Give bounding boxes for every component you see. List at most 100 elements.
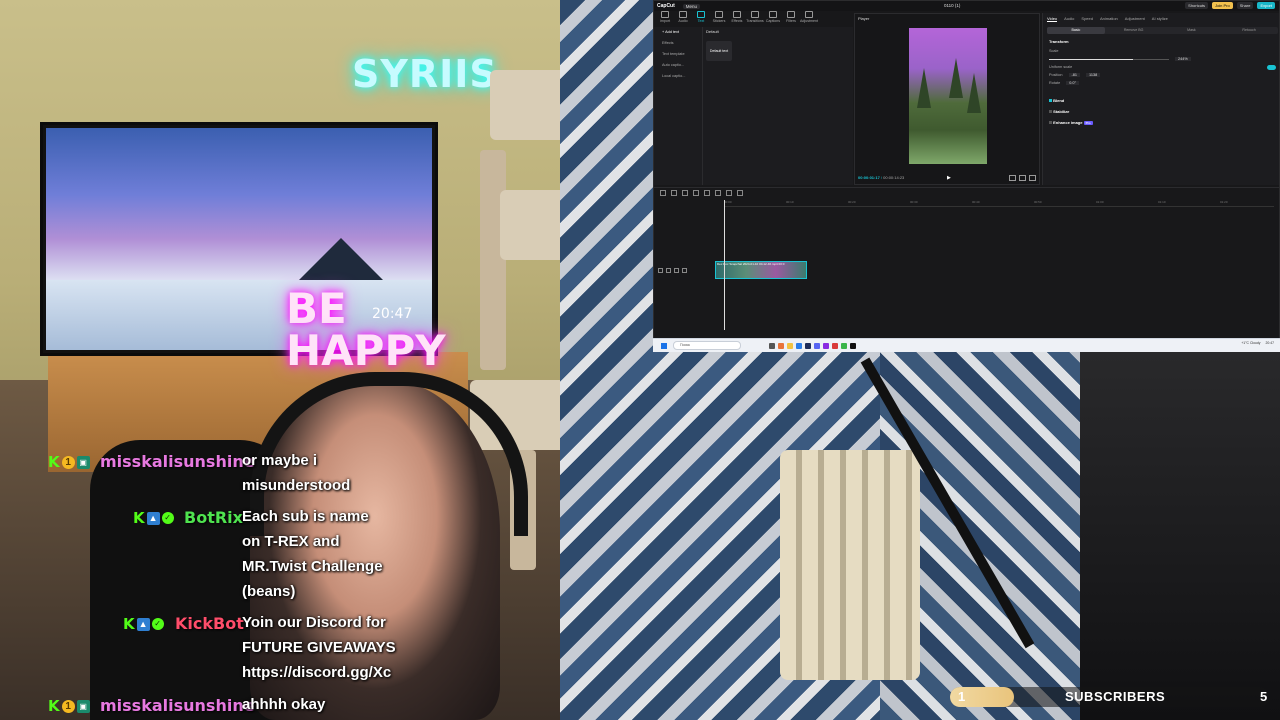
share-button[interactable]: Share bbox=[1236, 2, 1254, 9]
scale-slider[interactable] bbox=[1049, 58, 1169, 60]
preview-tree bbox=[967, 73, 981, 113]
tool-stickers[interactable]: Stickers bbox=[711, 11, 727, 27]
windows-taskbar: Поиск +1°C Cloudy 20:47 bbox=[653, 338, 1280, 352]
position-y-field[interactable]: 1138 bbox=[1086, 73, 1101, 77]
subtab-mask[interactable]: Mask bbox=[1163, 27, 1221, 34]
chat-badges: K ▲ ✓ bbox=[123, 615, 164, 633]
capcut-icon[interactable] bbox=[850, 342, 856, 349]
tab-speed[interactable]: Speed bbox=[1081, 16, 1093, 22]
menu-button[interactable]: Menu bbox=[682, 3, 701, 9]
discord-icon[interactable] bbox=[814, 342, 820, 349]
crop-icon[interactable] bbox=[737, 190, 743, 196]
delete-icon[interactable] bbox=[704, 190, 710, 196]
text-icon bbox=[697, 11, 705, 18]
playhead[interactable] bbox=[724, 200, 725, 330]
gift-badge-icon: ▣ bbox=[76, 455, 90, 469]
properties-panel: Video Audio Speed Animation Adjustment A… bbox=[1042, 13, 1279, 185]
chat-text: or maybe i misunderstood bbox=[242, 452, 351, 494]
blend-checkbox[interactable] bbox=[1049, 99, 1052, 102]
browser-icon[interactable] bbox=[778, 342, 784, 349]
system-tray: +1°C Cloudy 20:47 bbox=[1241, 341, 1274, 345]
app2-icon[interactable] bbox=[841, 342, 847, 349]
audio-icon bbox=[679, 11, 687, 18]
select-icon[interactable] bbox=[660, 190, 666, 196]
mirror-icon[interactable] bbox=[726, 190, 732, 196]
rotate-row: Rotate 0.0° bbox=[1043, 79, 1279, 87]
bot-badge-icon: ▲ bbox=[146, 511, 160, 525]
shortcuts-button[interactable]: Shortcuts bbox=[1185, 2, 1209, 9]
default-text-card[interactable]: Default text bbox=[706, 41, 732, 61]
nav-text-template[interactable]: Text template bbox=[654, 49, 702, 60]
ruler-tick: 00:50 bbox=[1034, 200, 1042, 204]
subtab-remove-bg[interactable]: Remove BG bbox=[1105, 27, 1163, 34]
edge-icon[interactable] bbox=[796, 342, 802, 349]
video-preview[interactable] bbox=[909, 28, 987, 164]
chat-username: KickBot bbox=[175, 614, 244, 633]
transform-section[interactable]: Transform bbox=[1043, 36, 1279, 47]
join-pro-button[interactable]: Join Pro bbox=[1212, 2, 1233, 9]
taskbar-clock[interactable]: 20:47 bbox=[1266, 341, 1275, 345]
task-view-icon[interactable] bbox=[769, 342, 775, 349]
preview-tree bbox=[949, 58, 963, 98]
tool-text[interactable]: Text bbox=[693, 11, 709, 27]
nav-effects[interactable]: Effects bbox=[654, 38, 702, 49]
mute-icon[interactable] bbox=[674, 268, 679, 273]
play-icon[interactable]: ▶ bbox=[947, 175, 951, 181]
store-icon[interactable] bbox=[805, 342, 811, 349]
video-clip[interactable]: Dex Doc Snapchat 2024-01-10 00-12-46.mp4… bbox=[715, 261, 807, 279]
split-icon[interactable] bbox=[693, 190, 699, 196]
export-button[interactable]: Export bbox=[1257, 2, 1275, 9]
redo-icon[interactable] bbox=[682, 190, 688, 196]
tool-transitions[interactable]: Transitions bbox=[746, 11, 764, 27]
blend-section[interactable]: Blend bbox=[1043, 95, 1279, 106]
uniform-scale-toggle[interactable] bbox=[1267, 64, 1276, 70]
expand-icon[interactable] bbox=[1029, 175, 1036, 181]
app-logo: CapCut bbox=[657, 3, 675, 9]
tab-adjustment[interactable]: Adjustment bbox=[1125, 16, 1145, 22]
lock-icon[interactable] bbox=[658, 268, 663, 273]
current-time: 00:00:01:17 bbox=[858, 175, 880, 180]
taskbar-search[interactable]: Поиск bbox=[673, 341, 741, 350]
tab-ai-stylize[interactable]: AI stylize bbox=[1152, 16, 1168, 22]
position-x-field[interactable]: -81 bbox=[1068, 73, 1081, 77]
stabilize-section[interactable]: Stabilize bbox=[1043, 106, 1279, 117]
verified-badge-icon: ✓ bbox=[161, 512, 174, 524]
obs-icon[interactable] bbox=[823, 342, 829, 349]
tool-captions[interactable]: Captions bbox=[765, 11, 781, 27]
tab-animation[interactable]: Animation bbox=[1100, 16, 1118, 22]
tool-effects[interactable]: Effects bbox=[729, 11, 745, 27]
windows-start-icon[interactable] bbox=[661, 342, 667, 349]
weather-widget[interactable]: +1°C Cloudy bbox=[1241, 341, 1260, 345]
nav-add-text[interactable]: + Add text bbox=[654, 27, 702, 38]
track-controls bbox=[658, 268, 687, 273]
subtab-retouch[interactable]: Retouch bbox=[1220, 27, 1278, 34]
app-icon[interactable] bbox=[832, 342, 838, 349]
chat-username: misskalisunshine bbox=[100, 696, 255, 715]
eye-icon[interactable] bbox=[666, 268, 671, 273]
scale-value[interactable]: 244% bbox=[1175, 57, 1191, 61]
folder-icon[interactable] bbox=[787, 342, 793, 349]
tool-import[interactable]: Import bbox=[657, 11, 673, 27]
fullscreen-icon[interactable] bbox=[1009, 175, 1016, 181]
freeze-icon[interactable] bbox=[715, 190, 721, 196]
enhance-checkbox[interactable] bbox=[1049, 121, 1052, 124]
nav-auto-captions[interactable]: Auto captio... bbox=[654, 60, 702, 71]
tab-video[interactable]: Video bbox=[1047, 16, 1058, 22]
subtab-basic[interactable]: Basic bbox=[1047, 27, 1105, 34]
title-bar: CapCut Menu 0110 (1) Shortcuts Join Pro … bbox=[654, 1, 1279, 11]
undo-icon[interactable] bbox=[671, 190, 677, 196]
tab-audio[interactable]: Audio bbox=[1064, 16, 1074, 22]
scale-row: Scale bbox=[1043, 47, 1279, 55]
coin-badge-icon: 1 bbox=[61, 455, 75, 469]
ratio-icon[interactable] bbox=[1019, 175, 1026, 181]
timeline-ruler[interactable]: 00:00 00:10 00:20 00:30 00:40 00:50 01:0… bbox=[724, 200, 1274, 207]
tool-adjustment[interactable]: Adjustment bbox=[800, 11, 818, 27]
enhance-section[interactable]: Enhance image Pro bbox=[1043, 117, 1279, 128]
tool-filters[interactable]: Filters bbox=[783, 11, 799, 27]
nav-local-captions[interactable]: Local captio... bbox=[654, 71, 702, 82]
tool-audio[interactable]: Audio bbox=[675, 11, 691, 27]
titlebar-actions: Shortcuts Join Pro Share Export bbox=[1185, 2, 1275, 9]
cover-icon[interactable] bbox=[682, 268, 687, 273]
rotate-field[interactable]: 0.0° bbox=[1066, 81, 1079, 85]
stabilize-checkbox[interactable] bbox=[1049, 110, 1052, 113]
